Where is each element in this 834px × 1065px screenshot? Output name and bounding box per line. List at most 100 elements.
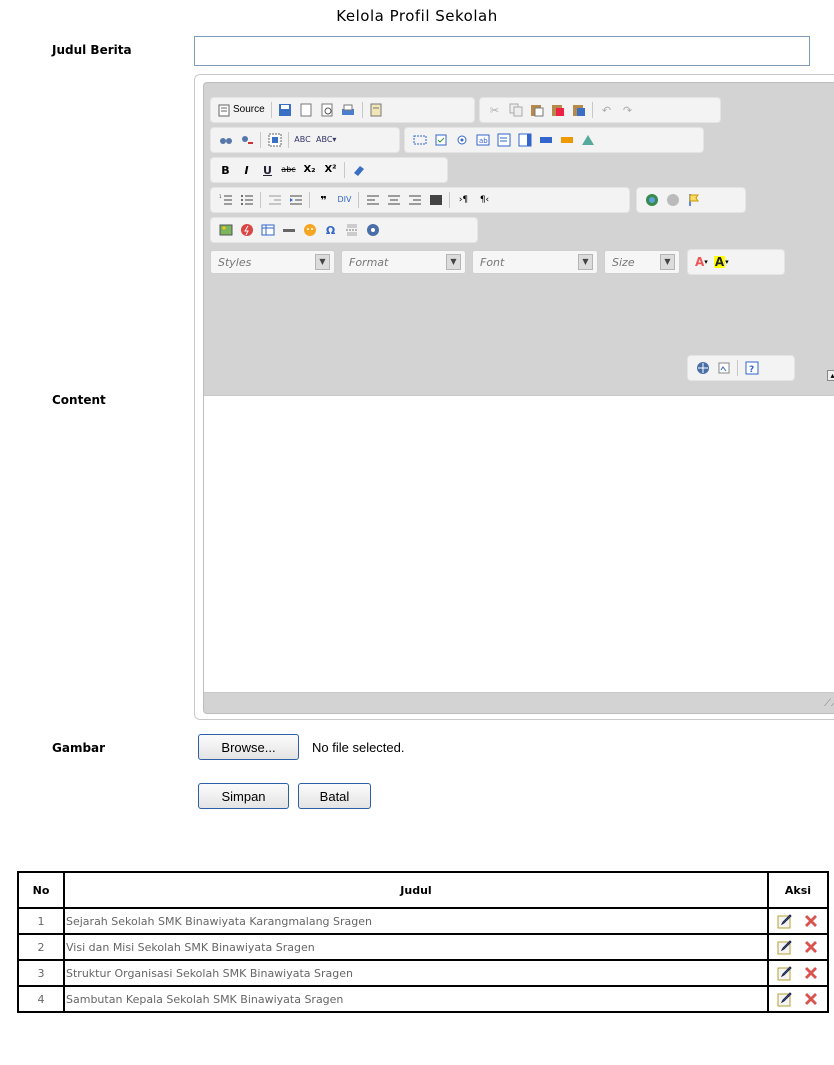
delete-icon[interactable]: [802, 938, 820, 956]
find-icon[interactable]: [215, 130, 236, 150]
delete-icon[interactable]: [802, 912, 820, 930]
show-blocks-icon[interactable]: [713, 358, 734, 378]
row-actions: [768, 934, 828, 960]
table-header-row: No Judul Aksi: [18, 872, 828, 908]
preview-icon[interactable]: [317, 100, 338, 120]
print-icon[interactable]: [338, 100, 359, 120]
editor-content-area[interactable]: [204, 395, 834, 693]
scayt-icon[interactable]: ABC▾: [313, 130, 339, 150]
cut-icon[interactable]: ✂: [484, 100, 505, 120]
select-all-icon[interactable]: [264, 130, 285, 150]
templates-icon[interactable]: [366, 100, 387, 120]
smiley-icon[interactable]: [299, 220, 320, 240]
help-icon[interactable]: ?: [741, 358, 762, 378]
toolbar-insert-group: Ω: [210, 217, 478, 243]
resize-handle-icon[interactable]: ⟋⟋: [824, 698, 834, 709]
maximize-icon[interactable]: [692, 358, 713, 378]
edit-icon[interactable]: [776, 990, 794, 1008]
header-judul: Judul: [64, 872, 768, 908]
redo-icon[interactable]: ↷: [617, 100, 638, 120]
page-break-icon[interactable]: [341, 220, 362, 240]
text-color-icon[interactable]: A ▾: [692, 252, 711, 272]
button-icon[interactable]: [535, 130, 556, 150]
header-no: No: [18, 872, 64, 908]
browse-button[interactable]: Browse...: [198, 734, 299, 760]
special-char-icon[interactable]: Ω: [320, 220, 341, 240]
source-button[interactable]: Source: [215, 100, 268, 120]
subscript-icon[interactable]: X₂: [299, 160, 320, 180]
spellcheck-icon[interactable]: ABC: [292, 130, 313, 150]
link-icon[interactable]: [641, 190, 662, 210]
profile-table: No Judul Aksi 1 Sejarah Sekolah SMK Bina…: [17, 871, 829, 1013]
form-icon[interactable]: [409, 130, 430, 150]
save-button[interactable]: Simpan: [198, 783, 289, 809]
align-right-icon[interactable]: [404, 190, 425, 210]
remove-format-icon[interactable]: [348, 160, 369, 180]
checkbox-icon[interactable]: [430, 130, 451, 150]
paste-word-icon[interactable]: [568, 100, 589, 120]
anchor-icon[interactable]: [683, 190, 704, 210]
collapse-toolbar-icon[interactable]: ▴: [827, 370, 834, 381]
numbered-list-icon[interactable]: 1: [215, 190, 236, 210]
iframe-icon[interactable]: [362, 220, 383, 240]
outdent-icon[interactable]: [264, 190, 285, 210]
horizontal-rule-icon[interactable]: [278, 220, 299, 240]
replace-icon[interactable]: [236, 130, 257, 150]
table-row: 2 Visi dan Misi Sekolah SMK Binawiyata S…: [18, 934, 828, 960]
align-center-icon[interactable]: [383, 190, 404, 210]
justify-icon[interactable]: [425, 190, 446, 210]
ltr-icon[interactable]: ›¶: [453, 190, 474, 210]
paste-text-icon[interactable]: [547, 100, 568, 120]
save-icon[interactable]: [275, 100, 296, 120]
textfield-icon[interactable]: ab: [472, 130, 493, 150]
row-no: 4: [18, 986, 64, 1012]
font-placeholder: Font: [480, 256, 505, 269]
row-judul: Visi dan Misi Sekolah SMK Binawiyata Sra…: [64, 934, 768, 960]
bold-button[interactable]: B: [215, 160, 236, 180]
rtl-icon[interactable]: ¶‹: [474, 190, 495, 210]
image-icon[interactable]: [215, 220, 236, 240]
toolbar-tools-group: ?: [687, 355, 795, 381]
format-placeholder: Format: [349, 256, 389, 269]
edit-icon[interactable]: [776, 938, 794, 956]
image-button-icon[interactable]: [556, 130, 577, 150]
styles-combo[interactable]: Styles ▼: [210, 250, 335, 274]
size-combo[interactable]: Size ▼: [604, 250, 680, 274]
underline-button[interactable]: U: [257, 160, 278, 180]
table-row: 3 Struktur Organisasi Sekolah SMK Binawi…: [18, 960, 828, 986]
undo-icon[interactable]: ↶: [596, 100, 617, 120]
indent-icon[interactable]: [285, 190, 306, 210]
superscript-icon[interactable]: X²: [320, 160, 341, 180]
chevron-down-icon: ▼: [660, 254, 675, 270]
paste-icon[interactable]: [526, 100, 547, 120]
cancel-button[interactable]: Batal: [298, 783, 371, 809]
edit-icon[interactable]: [776, 964, 794, 982]
select-icon[interactable]: [514, 130, 535, 150]
toolbar-find-group: ABC ABC▾: [210, 127, 400, 153]
copy-icon[interactable]: [505, 100, 526, 120]
edit-icon[interactable]: [776, 912, 794, 930]
format-combo[interactable]: Format ▼: [341, 250, 466, 274]
table-icon[interactable]: [257, 220, 278, 240]
strike-icon[interactable]: abc: [278, 160, 299, 180]
bg-color-icon[interactable]: A ▾: [711, 252, 732, 272]
delete-icon[interactable]: [802, 990, 820, 1008]
blockquote-icon[interactable]: ❞: [313, 190, 334, 210]
create-div-icon[interactable]: DIV: [334, 190, 355, 210]
hidden-field-icon[interactable]: [577, 130, 598, 150]
textarea-icon[interactable]: [493, 130, 514, 150]
font-combo[interactable]: Font ▼: [472, 250, 598, 274]
judul-berita-input[interactable]: [194, 36, 810, 66]
toolbar-separator: [260, 132, 261, 148]
row-judul: Sambutan Kepala Sekolah SMK Binawiyata S…: [64, 986, 768, 1012]
flash-icon[interactable]: [236, 220, 257, 240]
delete-icon[interactable]: [802, 964, 820, 982]
bulleted-list-icon[interactable]: [236, 190, 257, 210]
align-left-icon[interactable]: [362, 190, 383, 210]
radio-icon[interactable]: [451, 130, 472, 150]
row-no: 2: [18, 934, 64, 960]
row-judul: Sejarah Sekolah SMK Binawiyata Karangmal…: [64, 908, 768, 934]
unlink-icon[interactable]: [662, 190, 683, 210]
italic-button[interactable]: I: [236, 160, 257, 180]
new-page-icon[interactable]: [296, 100, 317, 120]
